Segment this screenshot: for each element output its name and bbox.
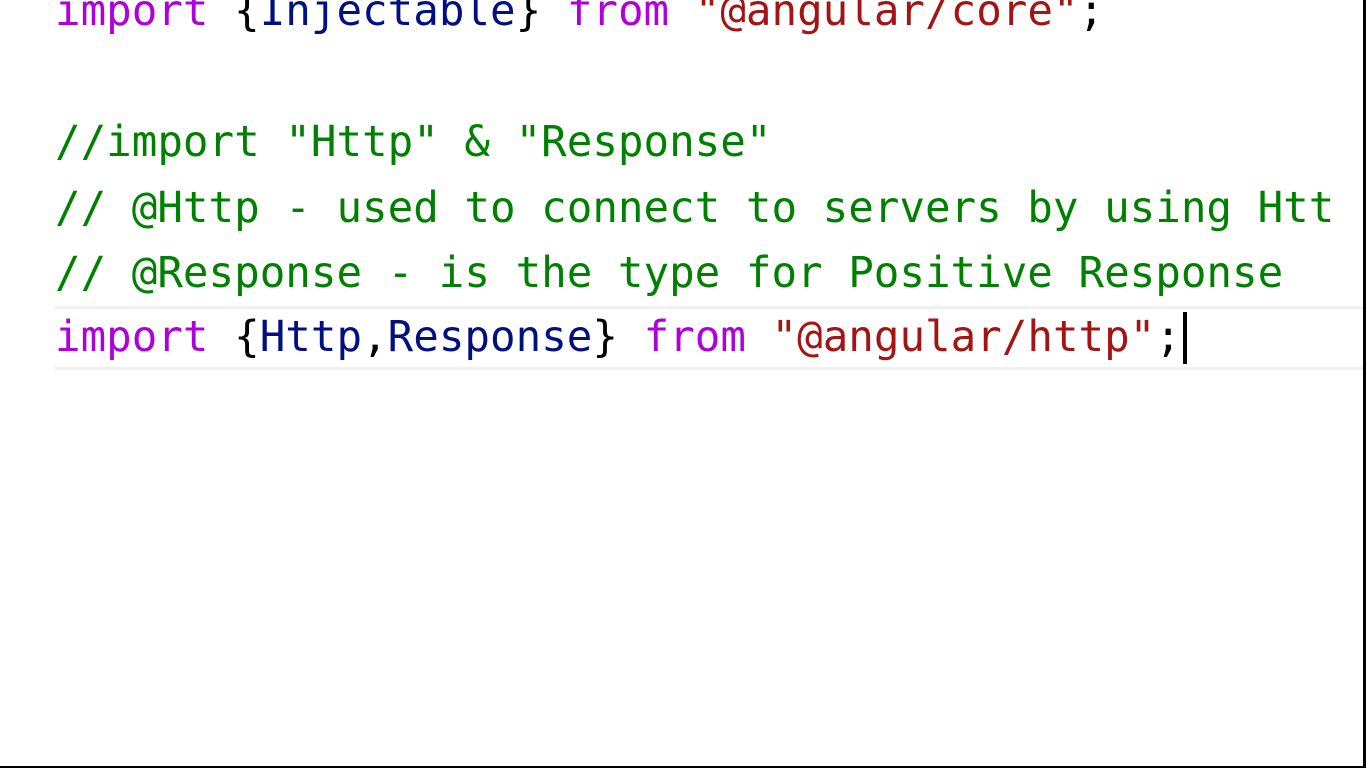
punct-semicolon: ; [1078,0,1105,36]
punct-space [669,0,695,36]
punct-comma: , [362,313,388,362]
identifier-response: Response [387,313,593,362]
keyword-from: from [566,0,670,36]
punct-brace-close: } [592,313,644,362]
punct-brace-open: { [208,313,260,362]
punct-brace-close: } [515,0,567,36]
identifier-http: Http [259,313,363,362]
keyword-import: import [55,0,209,36]
string-angular-http: "@angular/http" [771,313,1156,362]
keyword-import: import [55,313,209,362]
comment-line-import-http-response[interactable]: //import "Http" & "Response" [55,114,771,172]
punct-brace-open: { [208,0,260,36]
string-angular-core: "@angular/core" [694,0,1079,36]
code-editor[interactable]: import {Injectable} from "@angular/core"… [0,0,1366,768]
comment-line-http-description[interactable]: // @Http - used to connect to servers by… [55,180,1334,238]
code-line-import-injectable[interactable]: import {Injectable} from "@angular/core"… [55,0,1104,41]
keyword-from: from [643,313,746,362]
code-line-import-http[interactable]: import {Http,Response} from "@angular/ht… [55,309,1187,367]
text-caret [1182,311,1187,364]
identifier-injectable: Injectable [259,0,516,36]
punct-space [746,313,772,362]
comment-line-response-description[interactable]: // @Response - is the type for Positive … [55,245,1283,303]
punct-semicolon: ; [1155,313,1181,362]
